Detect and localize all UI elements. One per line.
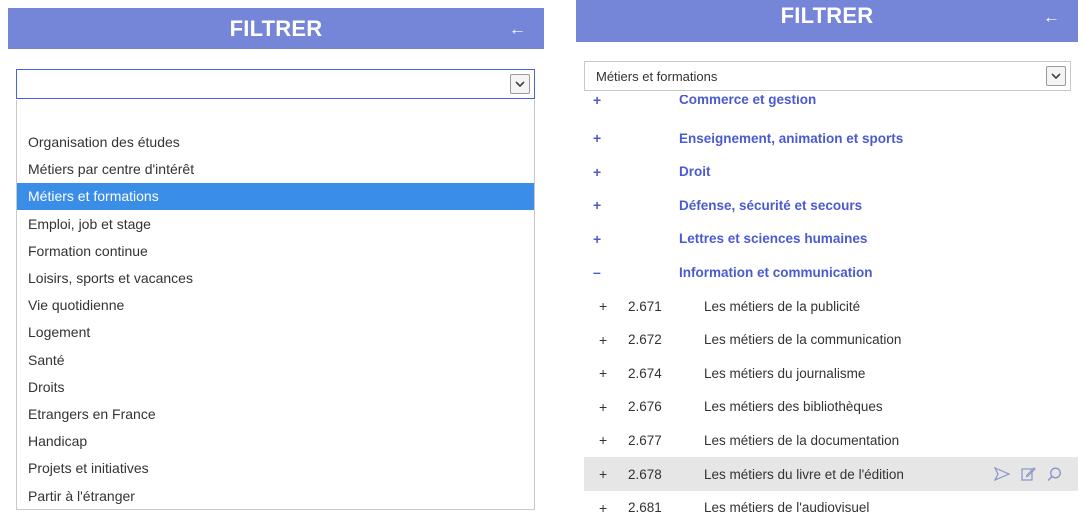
dropdown-option[interactable]: Droits (17, 374, 534, 401)
dropdown-option[interactable]: Handicap (17, 428, 534, 455)
back-arrow-icon[interactable]: ← (509, 20, 526, 37)
send-icon[interactable] (994, 467, 1010, 481)
collapse-toggle[interactable]: – (593, 264, 601, 280)
tree-item-label[interactable]: Les métiers de la communication (704, 332, 901, 347)
tree-item-label[interactable]: Les métiers du journalisme (704, 366, 865, 381)
tree-subitem-row[interactable]: +2.671 Les métiers de la publicité (576, 289, 1078, 323)
tree-item-code: 2.677 (628, 432, 662, 448)
tree-category-row[interactable]: + Lettres et sciences humaines (576, 222, 1078, 256)
chevron-down-icon[interactable] (510, 74, 530, 94)
category-select[interactable] (16, 69, 535, 99)
filter-header: FILTRER ← (576, 0, 1078, 42)
tree-item-label[interactable]: Les métiers du livre et de l'édition (704, 467, 904, 482)
select-value: Métiers et formations (596, 68, 718, 84)
expand-toggle[interactable]: + (599, 298, 607, 314)
dropdown-options-list: Organisation des études Métiers par centr… (16, 100, 535, 510)
filter-title: FILTRER (229, 15, 323, 41)
row-actions (994, 467, 1062, 482)
dropdown-option[interactable]: Vie quotidienne (17, 292, 534, 319)
tree-category-row[interactable]: + Commerce et gestion (576, 95, 1078, 109)
expand-toggle[interactable]: + (599, 365, 607, 381)
dropdown-option[interactable]: Organisation des études (17, 129, 534, 156)
tree-category-row[interactable]: + Enseignement, animation et sports (576, 121, 1078, 155)
left-filter-panel: FILTRER ← Organisation des études Métiers… (8, 0, 544, 523)
expand-toggle[interactable]: + (593, 197, 601, 213)
category-select[interactable]: Métiers et formations (584, 61, 1071, 91)
tree-category-label[interactable]: Défense, sécurité et secours (679, 198, 862, 213)
tree-item-label[interactable]: Les métiers de l'audiovisuel (704, 500, 869, 515)
tree-category-label[interactable]: Droit (679, 164, 711, 179)
tree-item-code: 2.674 (628, 365, 662, 381)
dropdown-option[interactable]: Métiers par centre d'intérêt (17, 156, 534, 183)
back-arrow-icon[interactable]: ← (1043, 8, 1060, 25)
tree-item-code: 2.672 (628, 332, 662, 348)
expand-toggle[interactable]: + (599, 500, 607, 516)
tree-subitem-row[interactable]: +2.672 Les métiers de la communication (576, 323, 1078, 357)
tree-item-label[interactable]: Les métiers des bibliothèques (704, 399, 883, 414)
tree-category-label[interactable]: Commerce et gestion (679, 95, 816, 107)
dropdown-option[interactable]: Etrangers en France (17, 401, 534, 428)
tree-subitem-row[interactable]: +2.676 Les métiers des bibliothèques (576, 390, 1078, 424)
chevron-down-icon[interactable] (1046, 66, 1066, 86)
tree-item-code: 2.681 (628, 500, 662, 516)
expand-toggle[interactable]: + (593, 231, 601, 247)
tree-item-code: 2.676 (628, 399, 662, 415)
tree-subitem-row[interactable]: +2.678 Les métiers du livre et de l'éditi… (584, 457, 1078, 491)
tree-category-label[interactable]: Lettres et sciences humaines (679, 231, 867, 246)
category-tree: + Commerce et gestion + Enseignement, anima… (576, 95, 1078, 523)
tree-subitem-row[interactable]: +2.674 Les métiers du journalisme (576, 356, 1078, 390)
dropdown-option[interactable]: Métiers et formations (17, 183, 534, 211)
search-icon[interactable] (1047, 467, 1062, 482)
expand-toggle[interactable]: + (599, 466, 607, 482)
dropdown-option[interactable]: Formation continue (17, 238, 534, 265)
tree-category-row[interactable]: – Information et communication (576, 255, 1078, 289)
edit-icon[interactable] (1021, 467, 1036, 481)
filter-title: FILTRER (780, 3, 874, 28)
filter-header: FILTRER ← (8, 8, 544, 49)
tree-item-label[interactable]: Les métiers de la publicité (704, 299, 860, 314)
dropdown-option[interactable]: Santé (17, 347, 534, 374)
tree-category-row[interactable]: + Droit (576, 155, 1078, 189)
expand-toggle[interactable]: + (593, 95, 601, 108)
tree-category-label[interactable]: Information et communication (679, 265, 873, 280)
right-filter-panel: FILTRER ← Métiers et formations + Commerc… (576, 0, 1078, 523)
dropdown-option[interactable]: Partir à l'étranger (17, 483, 534, 510)
tree-subitem-row[interactable]: +2.677 Les métiers de la documentation (576, 423, 1078, 457)
tree-item-code: 2.671 (628, 298, 662, 314)
dropdown-option[interactable]: Loisirs, sports et vacances (17, 265, 534, 292)
expand-toggle[interactable]: + (599, 399, 607, 415)
tree-subitem-row[interactable]: +2.681 Les métiers de l'audiovisuel (576, 491, 1078, 523)
expand-toggle[interactable]: + (593, 130, 601, 146)
expand-toggle[interactable]: + (593, 164, 601, 180)
tree-item-code: 2.678 (628, 466, 662, 482)
dropdown-option[interactable]: Projets et initiatives (17, 455, 534, 482)
dropdown-option[interactable]: Emploi, job et stage (17, 211, 534, 238)
expand-toggle[interactable]: + (599, 332, 607, 348)
tree-item-label[interactable]: Les métiers de la documentation (704, 433, 899, 448)
tree-category-row[interactable]: + Défense, sécurité et secours (576, 188, 1078, 222)
tree-category-label[interactable]: Enseignement, animation et sports (679, 131, 903, 146)
dropdown-option[interactable]: Logement (17, 319, 534, 346)
expand-toggle[interactable]: + (599, 432, 607, 448)
